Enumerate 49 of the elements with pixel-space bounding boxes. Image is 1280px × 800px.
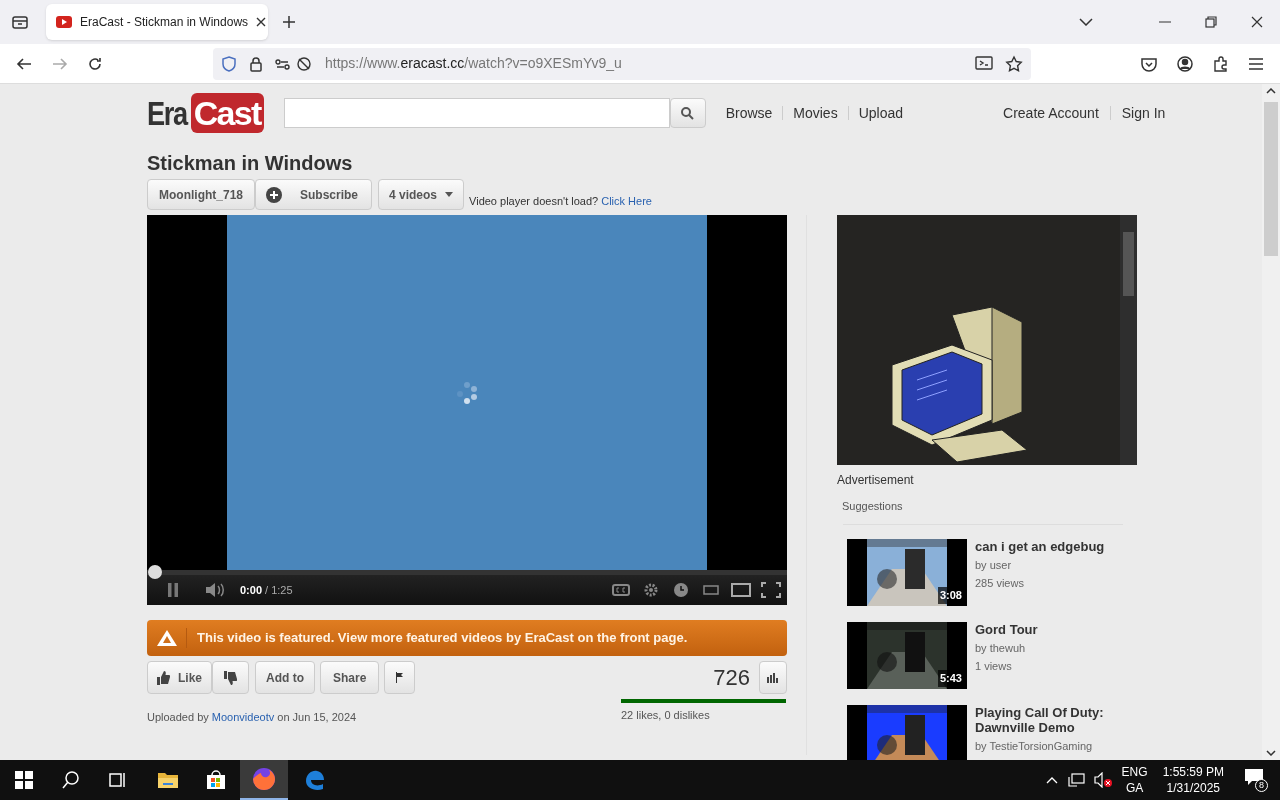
nav-link[interactable]: Browse (725, 102, 773, 124)
url-text: https://www.eracast.cc/watch?v=o9XESmYv9_u (325, 54, 622, 73)
video-duration: 5:43 (937, 670, 964, 687)
videos-dropdown[interactable]: 4 videos (378, 179, 465, 210)
suggestion-title: can i get an edgebug (975, 538, 1106, 554)
suggestion-title: Playing Call Of Duty: Dawnville Demo (975, 704, 1105, 735)
duration-time: / 1:25 (265, 582, 293, 598)
channel-button[interactable]: Moonlight_718 (147, 179, 255, 210)
likes-summary: 22 likes, 0 dislikes (621, 708, 711, 723)
input-language[interactable]: ENG (1121, 764, 1148, 780)
current-time: 0:00 (240, 582, 263, 598)
tab-title: EraCast - Stickman in Windows (80, 14, 249, 31)
share-button[interactable]: Share (320, 661, 380, 694)
nav-link[interactable]: Movies (793, 102, 838, 124)
suggestion-author: by thewuh (975, 640, 1027, 656)
banner-text: This video is featured. View more featured videos by EraCast on the front page. (197, 629, 688, 648)
suggestions-heading: Suggestions (842, 499, 904, 514)
advertisement-label: Advertisement (837, 472, 915, 489)
like-button[interactable]: Like (147, 661, 212, 694)
address-bar[interactable]: https://www.eracast.cc/watch?v=o9XESmYv9_u (213, 47, 1031, 80)
nav-link[interactable]: Upload (858, 102, 904, 124)
suggestion-item[interactable]: 5:43 Gord Tour by thewuh 1 views (847, 621, 1137, 689)
suggestion-author: by TestieTorsionGaming (975, 738, 1094, 754)
video-duration: 3:08 (937, 587, 964, 604)
suggestion-views: 1 views (975, 659, 1013, 674)
add-to-button[interactable]: Add to (255, 661, 315, 694)
logo-text: Era (147, 96, 187, 130)
video-title: Stickman in Windows (147, 151, 354, 176)
site-logo[interactable]: Era Cast (147, 93, 264, 133)
suggestion-title: Gord Tour (975, 621, 1039, 637)
logo-badge: Cast (190, 93, 264, 133)
clock-date[interactable]: 1/31/2025 (1166, 780, 1220, 796)
load-notice: Video player doesn't load? Click Here (469, 193, 652, 209)
suggestion-views: 285 views (975, 576, 1025, 591)
account-link[interactable]: Create Account (1003, 102, 1099, 124)
suggestion-item[interactable]: 3:08 can i get an edgebug by user 285 views (847, 538, 1137, 606)
video-player[interactable]: 0:00 / 1:25 (147, 215, 787, 605)
suggestion-author: by user (975, 557, 1013, 573)
account-link[interactable]: Sign In (1121, 102, 1166, 124)
notifications-button[interactable]: 8 (1244, 768, 1268, 792)
clock-time[interactable]: 1:55:59 PM (1162, 764, 1224, 780)
view-count: 726 (713, 664, 750, 692)
browser-tab[interactable]: EraCast - Stickman in Windows (46, 4, 268, 40)
notification-count: 8 (1255, 779, 1268, 792)
upload-info: Uploaded by Moonvideotv on Jun 15, 2024 (147, 710, 357, 725)
click-here-link[interactable]: Click Here (601, 194, 652, 207)
keyboard-layout[interactable]: GA (1125, 780, 1144, 796)
subscribe-button[interactable]: Subscribe (255, 179, 372, 210)
uploader-link[interactable]: Moonvideotv (211, 711, 275, 723)
